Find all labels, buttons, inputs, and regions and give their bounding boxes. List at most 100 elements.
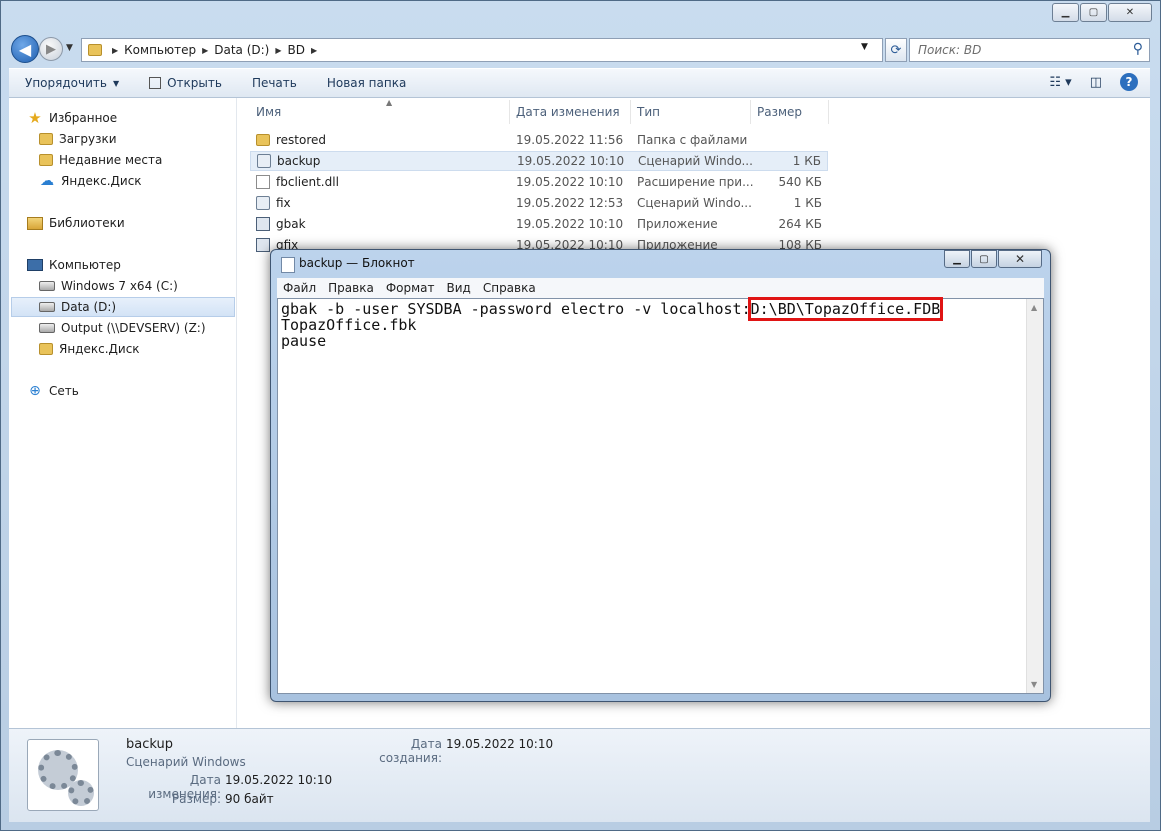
back-button[interactable]: ◀ <box>11 35 39 63</box>
new-folder-button[interactable]: Новая папка <box>327 76 406 90</box>
command-bar: Упорядочить ▼ Открыть Печать Новая папка… <box>9 68 1150 98</box>
nav-downloads-label: Загрузки <box>59 132 117 146</box>
computer-icon <box>27 259 43 271</box>
menu-edit[interactable]: Правка <box>328 281 374 295</box>
nav-network[interactable]: ⊕ Сеть <box>27 381 79 401</box>
script-gear-icon <box>27 739 99 811</box>
column-size[interactable]: Размер <box>751 100 829 124</box>
chevron-right-icon[interactable]: ▶ <box>311 46 317 55</box>
notepad-title: backup — Блокнот <box>299 256 415 270</box>
menu-file[interactable]: Файл <box>283 281 316 295</box>
details-size-value: 90 байт <box>225 792 274 806</box>
table-row[interactable]: gbak 19.05.2022 10:10 Приложение 264 КБ <box>250 214 828 234</box>
table-row[interactable]: fix 19.05.2022 12:53 Сценарий Windo... 1… <box>250 193 828 213</box>
close-button[interactable]: ✕ <box>1108 3 1152 22</box>
exe-icon <box>256 238 270 252</box>
close-button[interactable]: ✕ <box>998 250 1042 268</box>
network-icon: ⊕ <box>29 383 41 399</box>
column-date[interactable]: Дата изменения <box>510 100 631 124</box>
file-size: 1 КБ <box>793 196 822 210</box>
forward-button[interactable]: ▶ <box>39 37 63 61</box>
address-row: ◀ ▶ ▼ ▶ Компьютер ▶ Data (D:) ▶ BD ▶ ▼ ⟳… <box>9 35 1150 63</box>
nav-yadisk-2[interactable]: Яндекс.Диск <box>39 339 140 359</box>
organize-label: Упорядочить <box>25 76 107 90</box>
file-date: 19.05.2022 12:53 <box>516 196 624 210</box>
nav-drive-z[interactable]: Output (\\DEVSERV) (Z:) <box>39 318 206 338</box>
folder-icon <box>256 134 270 146</box>
drive-icon <box>39 302 55 312</box>
notepad-menubar: Файл Правка Формат Вид Справка <box>277 278 1044 298</box>
script-icon <box>257 154 271 168</box>
file-type: Расширение при... <box>637 175 754 189</box>
file-type: Сценарий Windo... <box>638 154 753 168</box>
nav-recent-label: Недавние места <box>59 153 163 167</box>
vertical-scrollbar[interactable]: ▲ ▼ <box>1026 299 1043 693</box>
breadcrumb-bd[interactable]: BD <box>288 43 305 57</box>
search-icon[interactable]: ⚲ <box>1133 41 1143 57</box>
help-icon[interactable]: ? <box>1120 73 1138 91</box>
nav-drive-c-label: Windows 7 x64 (C:) <box>61 279 178 293</box>
column-name[interactable]: Имя ▲ <box>250 98 510 124</box>
breadcrumb-computer[interactable]: Компьютер <box>124 43 196 57</box>
breadcrumb-drive-d[interactable]: Data (D:) <box>214 43 269 57</box>
view-options-icon[interactable]: ☷ ▾ <box>1049 75 1071 90</box>
menu-format[interactable]: Формат <box>386 281 435 295</box>
menu-help[interactable]: Справка <box>483 281 536 295</box>
table-row[interactable]: fbclient.dll 19.05.2022 10:10 Расширение… <box>250 172 828 192</box>
table-row[interactable]: backup 19.05.2022 10:10 Сценарий Windo..… <box>250 151 828 171</box>
search-input[interactable]: Поиск: BD ⚲ <box>909 38 1150 62</box>
nav-libraries[interactable]: Библиотеки <box>27 213 125 233</box>
nav-downloads[interactable]: Загрузки <box>39 129 117 149</box>
file-name: gbak <box>276 217 306 231</box>
network-drive-icon <box>39 323 55 333</box>
navigation-pane: ★ Избранное Загрузки Недавние места ☁ Ян… <box>9 98 237 728</box>
nav-computer[interactable]: Компьютер <box>27 255 121 275</box>
chevron-down-icon: ▼ <box>112 78 120 88</box>
table-row[interactable]: restored 19.05.2022 11:56 Папка с файлам… <box>250 130 828 150</box>
highlighted-path: D:\BD\TopazOffice.FDB <box>747 297 944 321</box>
history-dropdown-icon[interactable]: ▼ <box>66 43 73 53</box>
recent-places-icon <box>39 154 53 166</box>
minimize-button[interactable]: ▁ <box>944 250 970 268</box>
chevron-right-icon[interactable]: ▶ <box>275 46 281 55</box>
file-size: 264 КБ <box>778 217 822 231</box>
open-button[interactable]: Открыть <box>149 76 222 90</box>
maximize-button[interactable]: ▢ <box>971 250 997 268</box>
line3: pause <box>281 332 327 350</box>
address-bar[interactable]: ▶ Компьютер ▶ Data (D:) ▶ BD ▶ <box>81 38 883 62</box>
preview-pane-icon[interactable]: ◫ <box>1090 75 1102 90</box>
open-label: Открыть <box>167 76 222 90</box>
search-placeholder: Поиск: BD <box>918 43 982 57</box>
refresh-button[interactable]: ⟳ <box>885 38 907 62</box>
nav-network-label: Сеть <box>49 384 79 398</box>
notepad-text-area[interactable]: gbak -b -user SYSDBA -password electro -… <box>277 297 1044 694</box>
nav-favorites[interactable]: ★ Избранное <box>27 108 117 128</box>
downloads-folder-icon <box>39 133 53 145</box>
scroll-down-icon[interactable]: ▼ <box>1031 680 1037 689</box>
organize-button[interactable]: Упорядочить ▼ <box>25 76 119 90</box>
notepad-content[interactable]: gbak -b -user SYSDBA -password electro -… <box>281 297 1023 350</box>
column-type-label: Тип <box>637 105 660 119</box>
print-button[interactable]: Печать <box>252 76 297 90</box>
nav-drive-c[interactable]: Windows 7 x64 (C:) <box>39 276 178 296</box>
file-type: Сценарий Windo... <box>637 196 752 210</box>
star-icon: ★ <box>28 109 42 127</box>
nav-yadisk[interactable]: ☁ Яндекс.Диск <box>39 171 142 191</box>
chevron-right-icon[interactable]: ▶ <box>112 46 118 55</box>
notepad-icon <box>281 257 295 273</box>
column-size-label: Размер <box>757 105 803 119</box>
scroll-up-icon[interactable]: ▲ <box>1031 303 1037 312</box>
details-file-name: backup <box>126 737 173 752</box>
nav-recent[interactable]: Недавние места <box>39 150 162 170</box>
nav-yadisk-2-label: Яндекс.Диск <box>59 342 140 356</box>
script-icon <box>256 196 270 210</box>
maximize-button[interactable]: ▢ <box>1080 3 1107 22</box>
chevron-right-icon[interactable]: ▶ <box>202 46 208 55</box>
column-type[interactable]: Тип <box>631 100 751 124</box>
minimize-button[interactable]: ▁ <box>1052 3 1079 22</box>
menu-view[interactable]: Вид <box>447 281 471 295</box>
nav-drive-d[interactable]: Data (D:) <box>11 297 235 317</box>
file-date: 19.05.2022 10:10 <box>516 175 624 189</box>
address-dropdown-icon[interactable]: ▼ <box>861 42 868 52</box>
folder-icon <box>39 343 53 355</box>
